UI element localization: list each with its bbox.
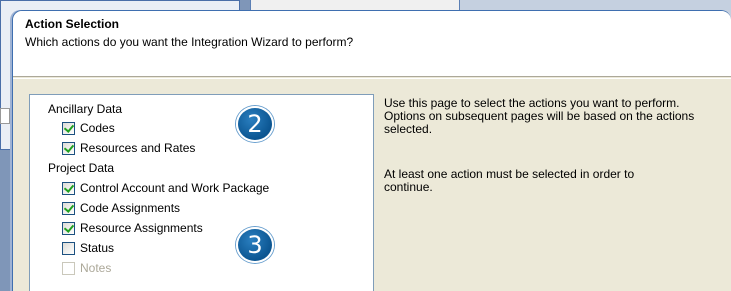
requirement-text: At least one action must be selected in … xyxy=(384,168,729,194)
action-label: Control Account and Work Package xyxy=(80,181,270,195)
group-label: Project Data xyxy=(48,161,115,175)
wizard-header: Action Selection Which actions do you wa… xyxy=(13,11,731,77)
action-label: Status xyxy=(80,241,115,255)
group-ancillary-data: Ancillary Data xyxy=(48,99,122,119)
requirement-line: continue. xyxy=(384,180,433,194)
code-assignments-checkbox[interactable] xyxy=(62,201,75,215)
requirement-line: At least one action must be selected in … xyxy=(384,167,635,181)
action-code-assignments[interactable]: Code Assignments xyxy=(62,198,180,218)
background-window-edge xyxy=(0,108,10,124)
group-project-data: Project Data xyxy=(48,158,114,178)
resource-assignments-checkbox[interactable] xyxy=(62,221,75,235)
action-notes: Notes xyxy=(62,258,111,278)
resources-and-rates-checkbox[interactable] xyxy=(62,141,75,155)
control-account-checkbox[interactable] xyxy=(62,181,75,195)
notes-checkbox xyxy=(62,261,75,275)
description-line: selected. xyxy=(384,122,433,136)
page-title: Action Selection xyxy=(25,17,120,31)
action-label: Notes xyxy=(80,261,112,275)
action-status[interactable]: Status xyxy=(62,238,114,258)
action-label: Code Assignments xyxy=(80,201,181,215)
description-text: Use this page to select the actions you … xyxy=(384,97,729,136)
status-checkbox[interactable] xyxy=(62,241,75,255)
action-codes[interactable]: Codes xyxy=(62,118,115,138)
page-subtitle: Which actions do you want the Integratio… xyxy=(25,35,354,49)
header-divider xyxy=(13,78,731,79)
action-label: Resource Assignments xyxy=(80,221,203,235)
codes-checkbox[interactable] xyxy=(62,121,75,135)
action-resources-and-rates[interactable]: Resources and Rates xyxy=(62,138,195,158)
integration-wizard-dialog: Action Selection Which actions do you wa… xyxy=(12,10,731,291)
group-label: Ancillary Data xyxy=(48,102,123,116)
description-line: Options on subsequent pages will be base… xyxy=(384,109,695,123)
callout-badge-2: 2 xyxy=(236,106,274,142)
action-label: Codes xyxy=(80,121,115,135)
action-control-account[interactable]: Control Account and Work Package xyxy=(62,178,269,198)
action-label: Resources and Rates xyxy=(80,141,196,155)
callout-badge-3: 3 xyxy=(236,227,274,263)
action-resource-assignments[interactable]: Resource Assignments xyxy=(62,218,203,238)
action-tree[interactable]: Ancillary Data Codes Resources and Rates… xyxy=(29,94,374,291)
